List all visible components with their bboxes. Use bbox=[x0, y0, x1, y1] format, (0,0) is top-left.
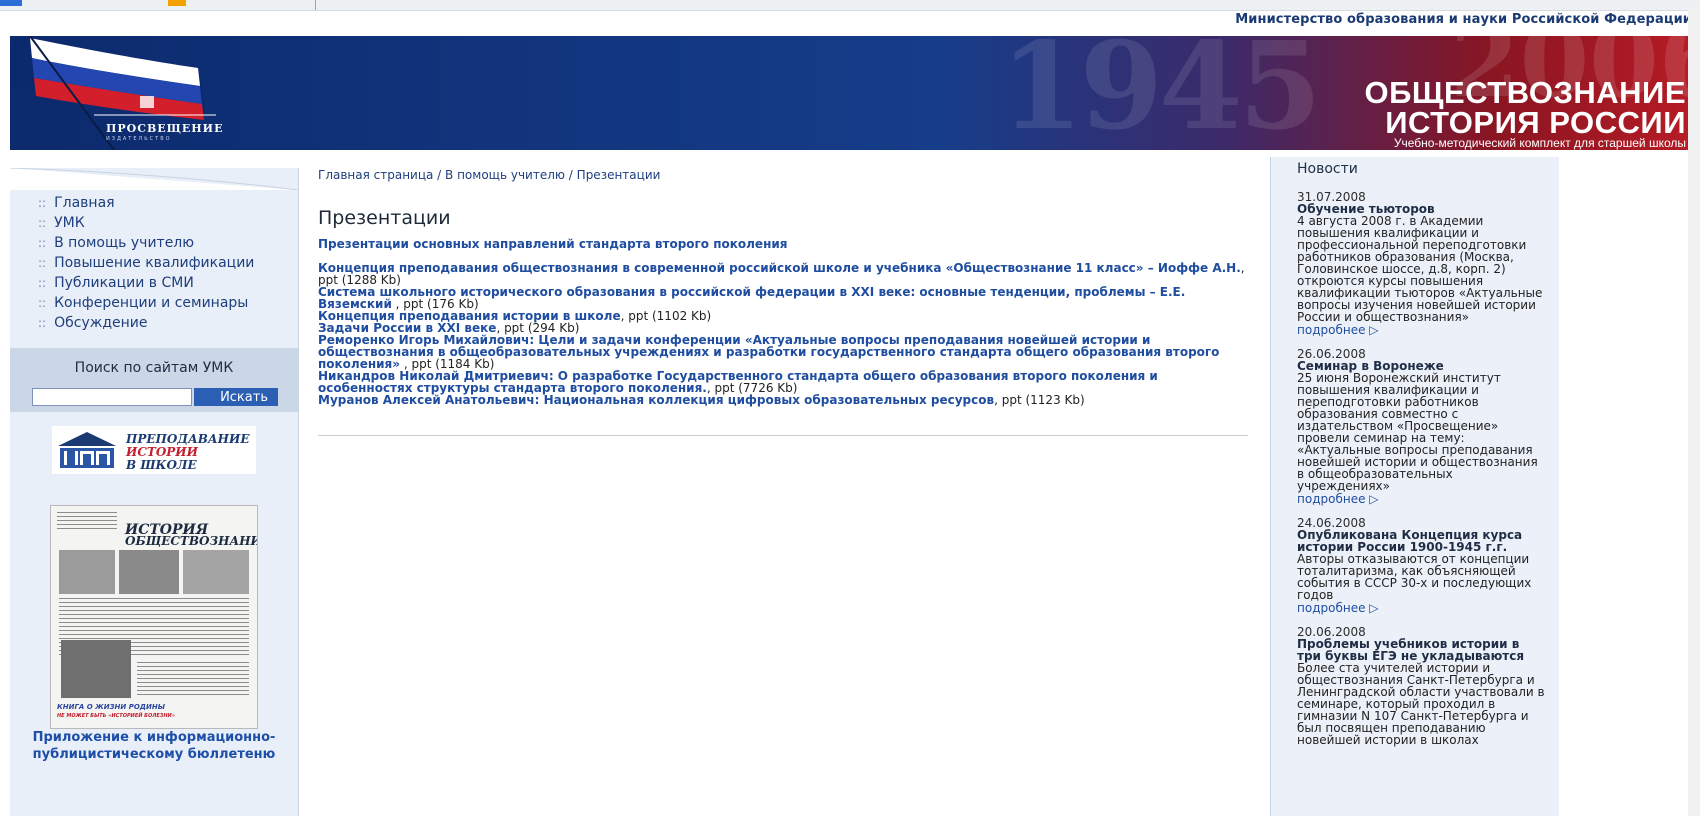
news-more-link[interactable]: подробнее ▷ bbox=[1297, 493, 1379, 505]
list-item: Система школьного исторического образова… bbox=[318, 286, 1256, 310]
news-item: 31.07.2008 Обучение тьюторов 4 августа 2… bbox=[1297, 191, 1545, 336]
prepodavanie-istorii-logo[interactable]: ПРЕПОДАВАНИЕ ИСТОРИИ В ШКОЛЕ bbox=[52, 426, 256, 474]
ministry-label: Министерство образования и науки Российс… bbox=[1235, 12, 1692, 27]
news-item: 24.06.2008 Опубликована Концепция курса … bbox=[1297, 517, 1545, 614]
news-body: Авторы отказываются от концепции тоталит… bbox=[1297, 552, 1532, 602]
pish-emblem-icon bbox=[58, 432, 116, 468]
paper-photo bbox=[119, 550, 179, 594]
file-size: , ppt (1102 Kb) bbox=[620, 309, 712, 323]
tab-indicator bbox=[0, 0, 22, 6]
paper-headline: КНИГА О ЖИЗНИ РОДИНЫ bbox=[57, 703, 165, 711]
paper-subheadline: НЕ МОЖЕТ БЫТЬ «ИСТОРИЕЙ БОЛЕЗНИ» bbox=[57, 713, 175, 719]
breadcrumb[interactable]: Главная страница / В помощь учителю / Пр… bbox=[318, 168, 660, 182]
paper-text-block bbox=[57, 512, 117, 532]
list-item: Ремоpенко Игорь Михайлович: Цели и задач… bbox=[318, 334, 1256, 370]
news-sidebar: Новости 31.07.2008 Обучение тьюторов 4 а… bbox=[1270, 157, 1559, 816]
brand-subtitle: ИЗДАТЕЛЬСТВО bbox=[106, 136, 172, 142]
paper-text-block bbox=[137, 662, 249, 698]
search-title: Поиск по сайтам УМК bbox=[74, 360, 234, 376]
page-title: Презентации bbox=[318, 207, 451, 229]
section-link[interactable]: Презентации основных направлений стандар… bbox=[318, 238, 1256, 250]
paper-title2: ОБЩЕСТВОЗНАНИЕ bbox=[125, 534, 258, 548]
news-body: 4 августа 2008 г. в Академии повышения к… bbox=[1297, 214, 1543, 324]
browser-top-strip bbox=[0, 0, 1700, 11]
presentation-link[interactable]: Концепция преподавания обществознания в … bbox=[318, 261, 1241, 275]
news-body: 25 июня Воронежский институт повышения к… bbox=[1297, 371, 1538, 493]
logo-line2: ИСТОРИИ bbox=[126, 445, 198, 459]
sidebar-top-curve bbox=[10, 168, 298, 190]
news-item: 20.06.2008 Проблемы учебников истории в … bbox=[1297, 626, 1545, 746]
main-nav: :: Главная :: УМК :: В помощь учителю :: Пов… bbox=[38, 193, 254, 333]
search-button[interactable]: Искать bbox=[194, 388, 278, 406]
left-sidebar: :: Главная :: УМК :: В помощь учителю :: Пов… bbox=[10, 168, 299, 816]
search-input[interactable] bbox=[32, 388, 192, 406]
file-size: , ppt (1123 Kb) bbox=[994, 393, 1085, 407]
tab-indicator-orange bbox=[168, 0, 186, 6]
news-more-link[interactable]: подробнее ▷ bbox=[1297, 602, 1379, 614]
banner-year-left: 1945 bbox=[1000, 36, 1322, 150]
paper-photo bbox=[183, 550, 249, 594]
paper-photo bbox=[59, 550, 115, 594]
newspaper-cover-image[interactable]: ИСТОРИЯ ОБЩЕСТВОЗНАНИЕ КНИГА О ЖИЗНИ РОД… bbox=[50, 505, 258, 729]
list-item: Концепция преподавания обществознания в … bbox=[318, 262, 1256, 286]
presentation-link[interactable]: Муранов Алексей Анатольевич: Национальна… bbox=[318, 393, 994, 407]
nav-item-umk[interactable]: :: УМК bbox=[38, 213, 254, 233]
news-title[interactable]: Опубликована Концепция курса истории Рос… bbox=[1297, 529, 1545, 553]
logo-line3: В ШКОЛЕ bbox=[126, 458, 197, 472]
site-subtitle: Учебно-методический комплект для старшей… bbox=[1393, 136, 1686, 150]
news-item: 26.06.2008 Семинар в Воронеже 25 июня Во… bbox=[1297, 348, 1545, 505]
news-body: Более ста учителей истории и обществозна… bbox=[1297, 661, 1545, 747]
nav-item-home[interactable]: :: Главная bbox=[38, 193, 254, 213]
nav-item-discussion[interactable]: :: Обсуждение bbox=[38, 313, 254, 333]
paper-portrait bbox=[61, 640, 131, 698]
logo-line1: ПРЕПОДАВАНИЕ bbox=[126, 432, 250, 446]
nav-item-teacher-help[interactable]: :: В помощь учителю bbox=[38, 233, 254, 253]
search-panel: Поиск по сайтам УМК Искать bbox=[10, 348, 298, 412]
promo-caption[interactable]: Приложение к информационно- публицистиче… bbox=[10, 729, 298, 763]
presentations-list: Презентации основных направлений стандар… bbox=[318, 238, 1256, 406]
content-divider bbox=[318, 435, 1248, 436]
nav-item-conferences[interactable]: :: Конференции и семинары bbox=[38, 293, 254, 313]
strip-divider bbox=[315, 0, 316, 10]
news-title[interactable]: Проблемы учебников истории в три буквы Е… bbox=[1297, 638, 1545, 662]
nav-item-media[interactable]: :: Публикации в СМИ bbox=[38, 273, 254, 293]
news-list: 31.07.2008 Обучение тьюторов 4 августа 2… bbox=[1297, 191, 1545, 758]
page-scrollbar[interactable] bbox=[1688, 10, 1700, 816]
news-heading: Новости bbox=[1297, 161, 1358, 177]
nav-item-qualification[interactable]: :: Повышение квалификации bbox=[38, 253, 254, 273]
list-item: Никандров Николай Дмитриевич: О разработ… bbox=[318, 370, 1256, 394]
list-item: Муранов Алексей Анатольевич: Национальна… bbox=[318, 394, 1256, 406]
brand-name: ПРОСВЕЩЕНИЕ bbox=[106, 122, 224, 135]
news-more-link[interactable]: подробнее ▷ bbox=[1297, 324, 1379, 336]
